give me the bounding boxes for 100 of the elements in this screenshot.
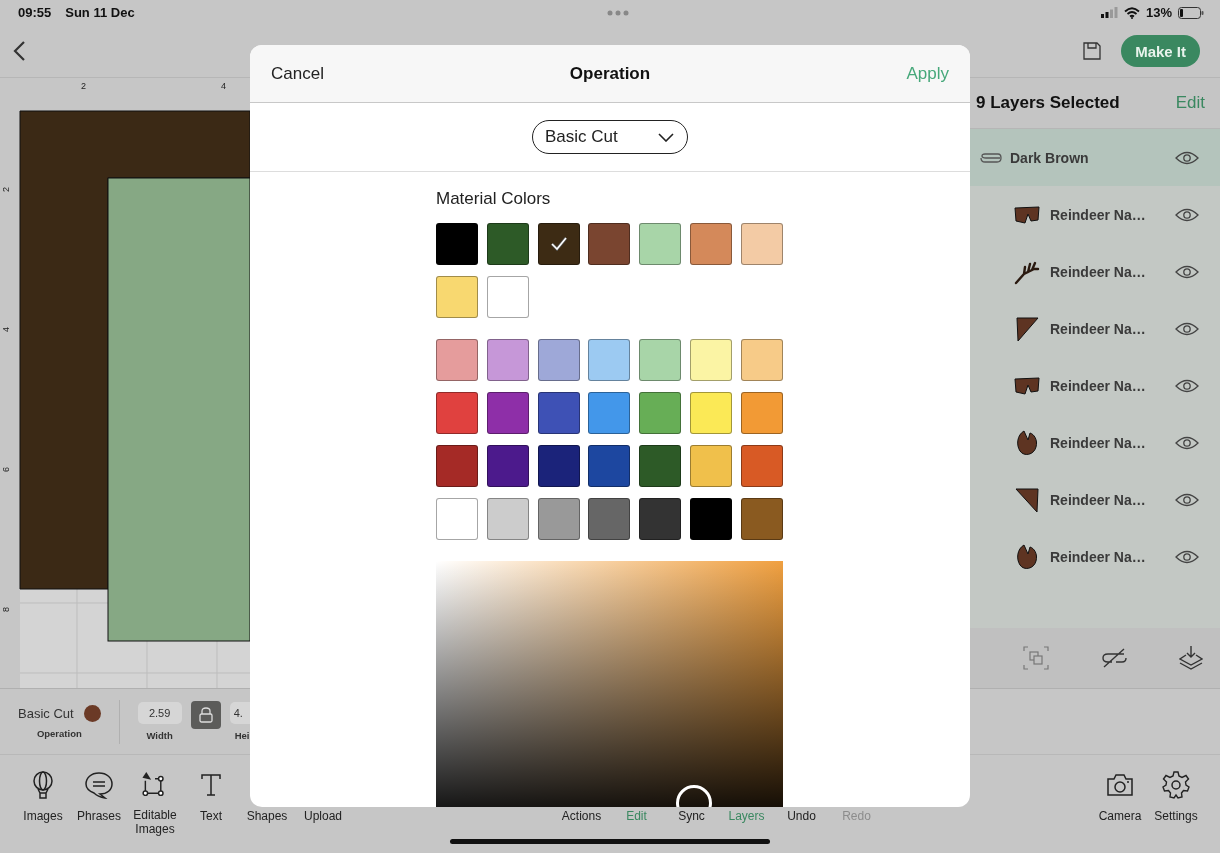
- layer-row[interactable]: Reindeer Na…: [970, 357, 1220, 414]
- color-swatch[interactable]: [537, 223, 580, 265]
- toolbar-button[interactable]: Settings: [1148, 755, 1204, 836]
- color-swatch[interactable]: [690, 392, 732, 434]
- layer-row[interactable]: Reindeer Na…: [970, 528, 1220, 585]
- width-field[interactable]: 2.59: [137, 702, 182, 724]
- layer-group-name: Dark Brown: [1010, 149, 1090, 166]
- layer-name: Reindeer Na…: [1050, 320, 1147, 337]
- color-swatch[interactable]: [740, 445, 783, 487]
- color-swatch[interactable]: [740, 223, 783, 265]
- tool-label: Upload: [304, 809, 342, 823]
- operation-value[interactable]: Basic Cut: [18, 705, 74, 721]
- tool-label: Actions: [561, 809, 602, 823]
- eye-icon[interactable]: [1175, 549, 1199, 564]
- color-swatch[interactable]: [690, 339, 732, 381]
- color-swatch[interactable]: [436, 392, 478, 434]
- height-label: Hei: [233, 730, 250, 741]
- make-it-button[interactable]: Make It: [1121, 35, 1200, 67]
- toolbar-button[interactable]: Text: [183, 755, 239, 836]
- color-swatch[interactable]: [588, 339, 631, 381]
- color-gradient-picker[interactable]: [436, 561, 783, 807]
- color-swatch[interactable]: [537, 445, 580, 487]
- ruler-label: 6: [1, 467, 11, 472]
- layer-group-row[interactable]: Dark Brown: [970, 129, 1220, 186]
- eye-icon[interactable]: [1175, 150, 1199, 165]
- lock-icon: [198, 706, 213, 723]
- signal-icon: [1100, 7, 1118, 18]
- color-swatch[interactable]: [436, 223, 478, 265]
- eye-icon[interactable]: [1175, 207, 1199, 222]
- color-swatch[interactable]: [588, 498, 631, 540]
- tool-label: Phrases: [77, 809, 121, 823]
- color-swatch[interactable]: [639, 392, 682, 434]
- color-swatch[interactable]: [436, 445, 478, 487]
- toolbar-button[interactable]: Camera: [1092, 755, 1148, 836]
- color-swatch[interactable]: [436, 276, 478, 318]
- save-icon[interactable]: [1083, 42, 1102, 60]
- color-swatch[interactable]: [486, 498, 529, 540]
- color-swatch[interactable]: [639, 339, 682, 381]
- color-swatch[interactable]: [537, 392, 580, 434]
- back-chevron-icon[interactable]: [12, 40, 26, 62]
- ruler-label: 4: [221, 81, 226, 91]
- tool-label: Redo: [842, 809, 871, 823]
- ruler-label: 8: [1, 607, 11, 612]
- operation-label: Operation: [36, 727, 82, 739]
- toolbar-button[interactable]: Phrases: [71, 755, 127, 836]
- color-swatch[interactable]: [486, 339, 529, 381]
- color-swatch[interactable]: [588, 392, 631, 434]
- unlink-icon[interactable]: [1100, 648, 1128, 668]
- section-title: Material Colors: [436, 189, 552, 209]
- color-swatch[interactable]: [639, 445, 682, 487]
- tool-label: Layers: [728, 809, 765, 823]
- color-swatch[interactable]: [740, 498, 783, 540]
- more-dots-icon[interactable]: [606, 9, 629, 16]
- color-swatch[interactable]: [436, 339, 478, 381]
- color-swatch[interactable]: [740, 392, 783, 434]
- width-label: Width: [146, 730, 173, 741]
- settings-icon: [1162, 771, 1190, 799]
- operation-dropdown[interactable]: Basic Cut: [532, 120, 688, 154]
- color-swatch[interactable]: [537, 339, 580, 381]
- eye-icon[interactable]: [1175, 264, 1199, 279]
- color-swatch[interactable]: [639, 223, 682, 265]
- color-swatch[interactable]: [690, 498, 732, 540]
- tool-label: Edit: [626, 809, 647, 823]
- color-swatch[interactable]: [690, 445, 732, 487]
- color-swatch[interactable]: [486, 392, 529, 434]
- layer-name: Reindeer Na…: [1050, 377, 1147, 394]
- color-swatch[interactable]: [436, 498, 478, 540]
- eye-icon[interactable]: [1175, 378, 1199, 393]
- triangle-icon: [1015, 486, 1039, 513]
- toolbar-button[interactable]: Editable Images: [127, 755, 183, 836]
- color-swatch[interactable]: [486, 223, 529, 265]
- layer-row[interactable]: Reindeer Na…: [970, 414, 1220, 471]
- dialog-title: Operation: [569, 63, 651, 84]
- paperclip-icon: [980, 152, 1002, 163]
- layer-thumbnail-icon: [1014, 376, 1040, 395]
- color-swatch[interactable]: [588, 445, 631, 487]
- color-swatch[interactable]: [486, 445, 529, 487]
- height-field[interactable]: 4.: [229, 702, 251, 724]
- lock-button[interactable]: [190, 700, 221, 729]
- checkmark-icon: [550, 237, 567, 251]
- color-swatch[interactable]: [588, 223, 631, 265]
- flatten-layers-icon[interactable]: [1179, 645, 1203, 671]
- layer-name: Reindeer Na…: [1050, 206, 1147, 223]
- layer-row[interactable]: Reindeer Na…: [970, 300, 1220, 357]
- toolbar-button[interactable]: Images: [15, 755, 71, 836]
- layer-row[interactable]: Reindeer Na…: [970, 186, 1220, 243]
- color-swatch[interactable]: [537, 498, 580, 540]
- hoof-icon: [1016, 543, 1038, 570]
- eye-icon[interactable]: [1175, 492, 1199, 507]
- layer-row[interactable]: Reindeer Na…: [970, 471, 1220, 528]
- layer-name: Reindeer Na…: [1050, 548, 1147, 565]
- color-swatch[interactable]: [486, 276, 529, 318]
- eye-icon[interactable]: [1175, 321, 1199, 336]
- color-swatch[interactable]: [639, 498, 682, 540]
- color-swatch[interactable]: [690, 223, 732, 265]
- color-swatch[interactable]: [740, 339, 783, 381]
- tool-label: Camera: [1098, 809, 1142, 823]
- cancel-button[interactable]: Cancel: [271, 63, 324, 84]
- layer-row[interactable]: Reindeer Na…: [970, 243, 1220, 300]
- eye-icon[interactable]: [1175, 435, 1199, 450]
